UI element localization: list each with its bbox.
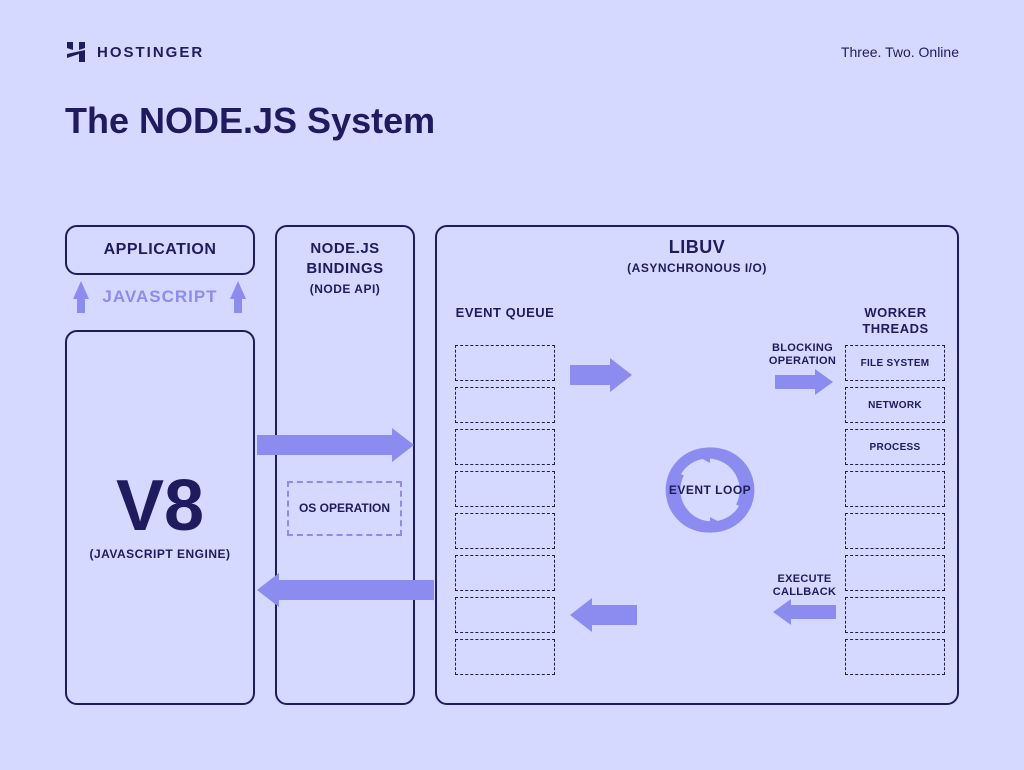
libuv-sub: (ASYNCHRONOUS I/O) [437, 261, 957, 275]
worker-slot [845, 471, 945, 507]
worker-slot: NETWORK [845, 387, 945, 423]
worker-slot [845, 597, 945, 633]
event-loop: EVENT LOOP [665, 445, 755, 535]
blocking-operation-label: BLOCKING OPERATION [765, 342, 840, 368]
application-box: APPLICATION [65, 225, 255, 275]
tagline: Three. Two. Online [841, 44, 959, 60]
hostinger-logo-icon [65, 40, 87, 64]
worker-slot: FILE SYSTEM [845, 345, 945, 381]
v8-label: V8 [116, 474, 204, 539]
brand-name: HOSTINGER [97, 44, 204, 61]
event-queue-label: EVENT QUEUE [455, 305, 555, 321]
worker-slot [845, 639, 945, 675]
queue-slot [455, 639, 555, 675]
os-operation-box: OS OPERATION [287, 481, 402, 536]
libuv-title: LIBUV [437, 237, 957, 258]
execute-callback-label: EXECUTE CALLBACK [767, 573, 842, 599]
application-label: APPLICATION [104, 241, 217, 259]
worker-threads-label: WORKER THREADS [843, 305, 948, 338]
os-operation-label: OS OPERATION [299, 501, 390, 517]
diagram: APPLICATION JAVASCRIPT V8 (JAVASCRIPT EN… [65, 225, 959, 720]
bindings-sub: (NODE API) [310, 282, 381, 296]
page-title: The NODE.JS System [65, 100, 435, 142]
worker-slot [845, 555, 945, 591]
arrow-up-icon [230, 281, 246, 299]
queue-slot [455, 429, 555, 465]
v8-box: V8 (JAVASCRIPT ENGINE) [65, 330, 255, 705]
event-queue-stack [455, 345, 555, 681]
v8-sublabel: (JAVASCRIPT ENGINE) [89, 547, 230, 561]
worker-threads-stack: FILE SYSTEM NETWORK PROCESS [845, 345, 945, 681]
worker-slot [845, 513, 945, 549]
logo: HOSTINGER [65, 40, 204, 64]
queue-slot [455, 471, 555, 507]
queue-slot [455, 345, 555, 381]
bindings-title: NODE.JS BINDINGS [277, 239, 413, 278]
javascript-label: JAVASCRIPT [65, 287, 255, 307]
bindings-box: NODE.JS BINDINGS (NODE API) [275, 225, 415, 705]
queue-slot [455, 555, 555, 591]
queue-slot [455, 513, 555, 549]
queue-slot [455, 597, 555, 633]
event-loop-label: EVENT LOOP [669, 483, 751, 497]
worker-slot: PROCESS [845, 429, 945, 465]
queue-slot [455, 387, 555, 423]
header: HOSTINGER Three. Two. Online [65, 40, 959, 64]
